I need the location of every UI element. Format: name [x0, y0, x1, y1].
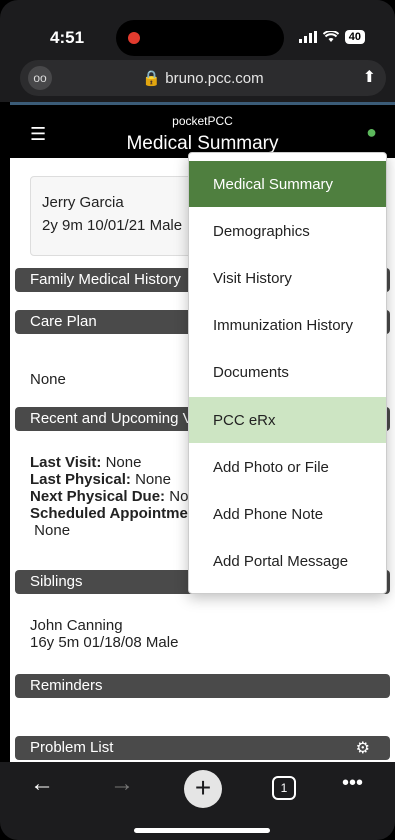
menu-item-documents[interactable]: Documents [189, 349, 386, 395]
app-brand: pocketPCC [172, 114, 233, 128]
more-icon[interactable]: ••• [342, 772, 363, 795]
care-plan-value: None [30, 371, 66, 388]
next-physical-label: Next Physical Due: [30, 488, 166, 505]
share-icon[interactable]: ⬆ [363, 67, 376, 87]
browser-url-area: oo 🔒 bruno.pcc.com ⬆ [0, 58, 395, 102]
phone-screen: 4:51 40 oo 🔒 bruno.pcc.com ⬆ ☰ pocketPCC… [0, 0, 395, 840]
section-reminders[interactable]: Reminders [15, 674, 390, 698]
patient-info: 2y 9m 10/01/21 Male [42, 217, 183, 234]
app-header: ☰ pocketPCC Medical Summary ● [10, 102, 395, 158]
lock-icon: 🔒 [142, 70, 162, 87]
last-visit-label: Last Visit: [30, 454, 102, 471]
problem-list-label: Problem List [30, 739, 114, 756]
home-indicator [134, 828, 270, 833]
recording-indicator-icon [128, 32, 140, 44]
scheduled-value: None [34, 522, 71, 539]
back-icon[interactable]: ← [30, 770, 54, 798]
section-problem-list[interactable]: Problem List ⚙ [15, 736, 390, 760]
sibling-info: 16y 5m 01/18/08 Male [30, 634, 179, 651]
menu-item-medical-summary[interactable]: Medical Summary [189, 161, 386, 207]
plus-icon[interactable]: + [184, 770, 222, 808]
menu-item-visit-history[interactable]: Visit History [189, 255, 386, 301]
menu-item-add-phone-note[interactable]: Add Phone Note [189, 491, 386, 537]
last-physical-label: Last Physical: [30, 471, 131, 488]
wifi-icon [322, 31, 339, 42]
signal-icon [298, 31, 317, 43]
last-physical-value: None [135, 471, 171, 488]
menu-item-add-portal-message[interactable]: Add Portal Message [189, 538, 386, 584]
gear-icon[interactable]: ⚙ [356, 738, 370, 758]
tabs-icon[interactable]: 1 [272, 776, 296, 800]
forward-icon[interactable]: → [110, 770, 134, 798]
status-icons: 40 [298, 30, 365, 44]
patient-name: Jerry Garcia [42, 194, 124, 211]
menu-item-demographics[interactable]: Demographics [189, 208, 386, 254]
menu-item-immunization-history[interactable]: Immunization History [189, 302, 386, 348]
status-time: 4:51 [50, 28, 85, 47]
url-text: bruno.pcc.com [165, 70, 264, 87]
battery-icon: 40 [344, 30, 365, 44]
last-visit-value: None [105, 454, 142, 471]
user-menu-dropdown: Medical Summary Demographics Visit Histo… [188, 152, 387, 594]
dynamic-island [116, 20, 284, 56]
url-label: 🔒 bruno.pcc.com [20, 69, 386, 87]
sibling-entry: John Canning 16y 5m 01/18/08 Male [30, 617, 178, 651]
menu-item-pcc-erx[interactable]: PCC eRx [189, 397, 386, 443]
status-bar: 4:51 40 [0, 0, 395, 58]
menu-item-add-photo[interactable]: Add Photo or File [189, 444, 386, 490]
address-bar[interactable]: oo 🔒 bruno.pcc.com ⬆ [20, 60, 386, 96]
sibling-name: John Canning [30, 617, 123, 634]
user-icon[interactable]: ● [366, 122, 377, 143]
